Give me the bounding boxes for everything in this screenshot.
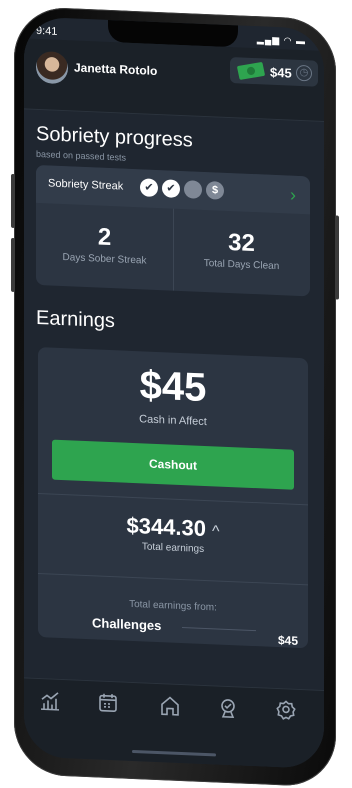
divider — [38, 573, 308, 586]
trophy-icon[interactable] — [214, 696, 242, 725]
pending-circle-icon — [184, 180, 202, 199]
clock-icon: ◷ — [296, 64, 312, 82]
chart-icon[interactable] — [36, 689, 64, 718]
stat-value: 32 — [228, 228, 255, 258]
leader-line — [182, 627, 256, 632]
volume-button — [11, 173, 15, 229]
check-icon: ✔ — [140, 178, 158, 198]
balance-pill[interactable]: $45 ◷ — [230, 57, 318, 87]
home-icon[interactable] — [156, 694, 184, 723]
stat-days-sober-streak: 2 Days Sober Streak — [36, 203, 173, 291]
sobriety-subtitle: based on passed tests — [36, 148, 127, 163]
challenges-label: Challenges — [92, 615, 162, 634]
status-icons: ▂▄▆ ◠ ▬ — [256, 34, 306, 47]
sobriety-card: Sobriety Streak ✔ ✔ $ › 2 Days Sober Str… — [36, 164, 310, 297]
cash-amount: $45 — [139, 363, 207, 411]
chevron-right-icon[interactable]: › — [290, 185, 296, 206]
volume-button — [11, 237, 15, 293]
cashout-button[interactable]: Cashout — [52, 439, 294, 490]
earnings-card: $45 Cash in Affect Cashout $344.30 ^ Tota… — [38, 347, 308, 649]
status-time: 9:41 — [36, 24, 58, 38]
stat-total-days-clean: 32 Total Days Clean — [173, 209, 310, 297]
chevron-up-icon[interactable]: ^ — [212, 523, 220, 540]
divider — [38, 493, 308, 506]
avatar[interactable] — [36, 50, 68, 85]
streak-label: Sobriety Streak — [48, 177, 124, 193]
home-indicator[interactable] — [132, 749, 216, 757]
calendar-icon[interactable] — [94, 691, 122, 720]
earnings-from-label: Total earnings from: — [129, 598, 217, 614]
dollar-icon: $ — [206, 181, 224, 200]
power-button — [335, 215, 339, 300]
earnings-title: Earnings — [36, 306, 115, 333]
user-name: Janetta Rotolo — [74, 60, 158, 79]
phone-frame: 9:41 ▂▄▆ ◠ ▬ Janetta Rotolo $45 ◷ Sobrie… — [11, 6, 339, 788]
total-amount-text: $344.30 — [126, 512, 206, 542]
balance-amount: $45 — [270, 64, 292, 81]
check-icon: ✔ — [162, 179, 180, 198]
stat-value: 2 — [97, 223, 112, 252]
tab-bar — [24, 677, 324, 769]
challenges-amount: $45 — [278, 633, 299, 648]
app-screen: 9:41 ▂▄▆ ◠ ▬ Janetta Rotolo $45 ◷ Sobrie… — [24, 16, 324, 769]
settings-icon[interactable] — [272, 699, 300, 728]
app-header: Janetta Rotolo $45 ◷ — [24, 38, 324, 122]
sobriety-title: Sobriety progress — [36, 122, 193, 152]
money-icon — [236, 61, 266, 81]
